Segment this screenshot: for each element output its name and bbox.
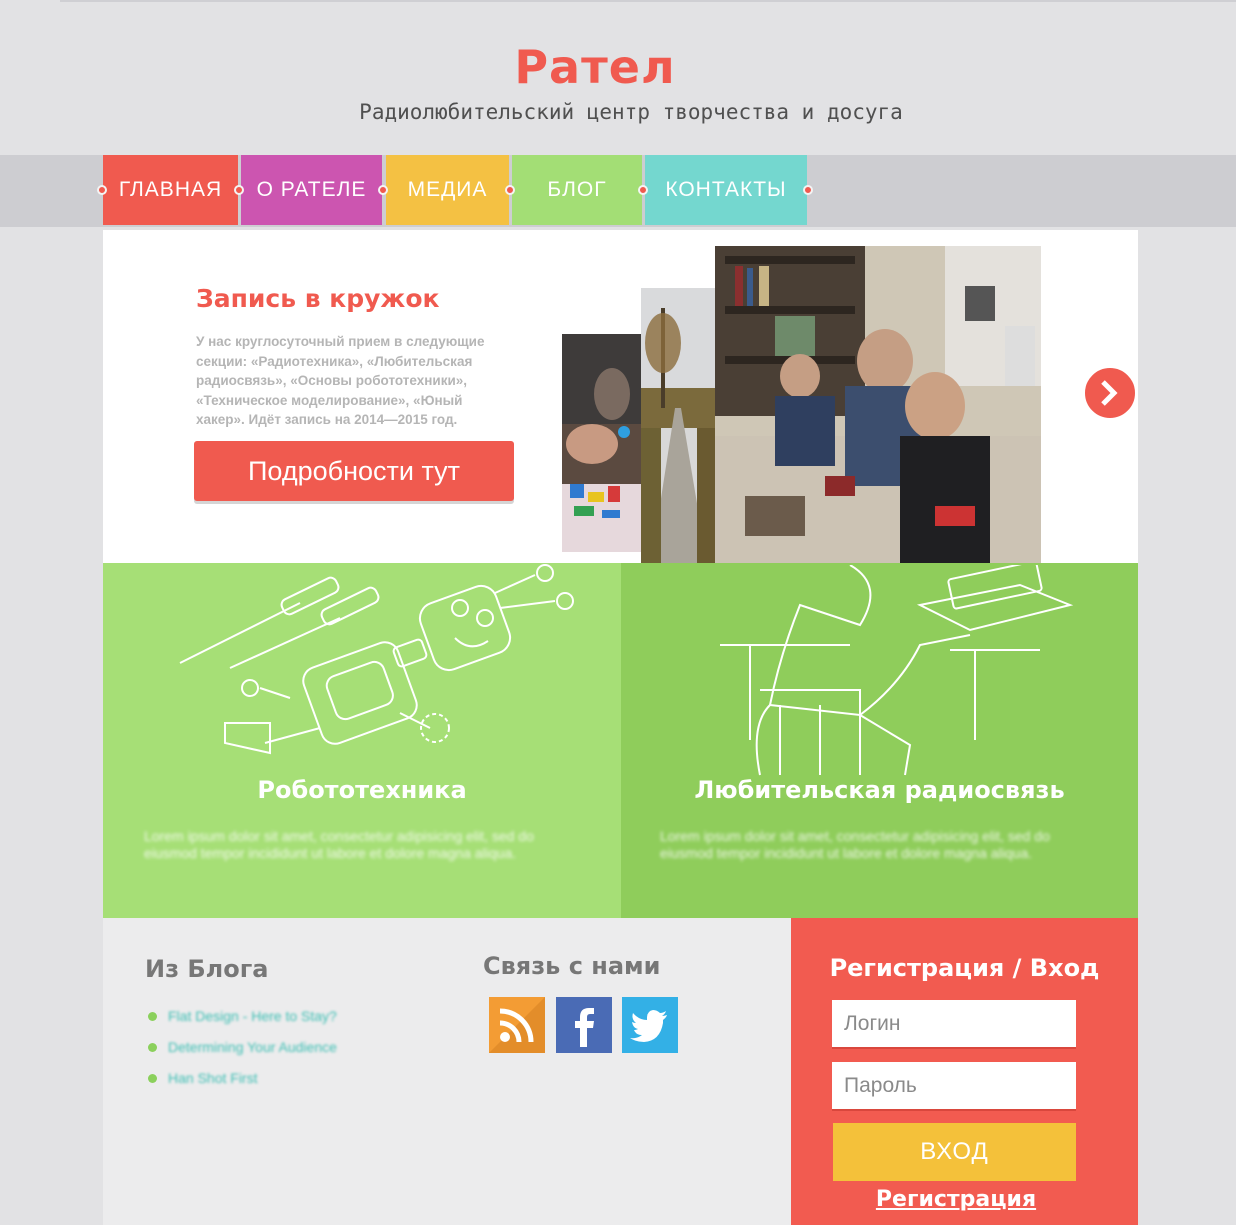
blog-link[interactable]: Flat Design - Here to Stay? bbox=[168, 1008, 337, 1024]
feature-title-robotics: Робототехника bbox=[257, 776, 467, 804]
nav-item-blog[interactable]: БЛОГ bbox=[512, 155, 642, 225]
rss-icon[interactable] bbox=[489, 997, 545, 1053]
bullet-icon bbox=[148, 1043, 157, 1052]
site-title: Рател bbox=[514, 40, 676, 94]
nav-label: МЕДИА bbox=[407, 178, 488, 201]
nav-item-about[interactable]: О РАТЕЛЕ bbox=[241, 155, 382, 225]
nav-item-home[interactable]: ГЛАВНАЯ bbox=[103, 155, 238, 225]
nav-label: О РАТЕЛЕ bbox=[256, 178, 367, 201]
blog-link[interactable]: Determining Your Audience bbox=[168, 1039, 337, 1055]
nav-item-contacts[interactable]: КОНТАКТЫ bbox=[645, 155, 807, 225]
robot-illustration bbox=[179, 564, 574, 755]
feature-title-radio: Любительская радиосвязь bbox=[694, 776, 1065, 804]
hero-photo-park bbox=[641, 288, 717, 563]
login-title: Регистрация / Вход bbox=[829, 954, 1100, 982]
slider-next-button[interactable] bbox=[1082, 365, 1138, 421]
hero-photo-workshop bbox=[715, 246, 1041, 563]
nav-separator-dot bbox=[803, 185, 813, 195]
login-button[interactable]: ВХОД bbox=[833, 1123, 1076, 1181]
radio-operator-illustration bbox=[720, 565, 1074, 776]
register-link[interactable]: Регистрация bbox=[791, 1187, 1121, 1212]
hero-photo-hands bbox=[562, 334, 642, 552]
hero-text: У нас круглосуточный прием в следующие с… bbox=[196, 334, 485, 427]
bullet-icon bbox=[148, 1012, 157, 1021]
nav-label: ГЛАВНАЯ bbox=[118, 178, 223, 201]
hero-title: Запись в кружок bbox=[196, 284, 440, 313]
top-border bbox=[60, 0, 1236, 2]
nav-separator-dot bbox=[97, 185, 107, 195]
bullet-icon bbox=[148, 1074, 157, 1083]
blog-link[interactable]: Han Shot First bbox=[168, 1070, 257, 1086]
contact-title: Связь с нами bbox=[483, 952, 661, 980]
nav-separator-dot bbox=[378, 185, 388, 195]
nav-item-media[interactable]: МЕДИА bbox=[386, 155, 509, 225]
nav-separator-dot bbox=[234, 185, 244, 195]
nav-separator-dot bbox=[638, 185, 648, 195]
nav-label: КОНТАКТЫ bbox=[665, 178, 787, 201]
login-input[interactable] bbox=[832, 1000, 1076, 1047]
chevron-right-icon bbox=[1101, 380, 1118, 406]
password-input[interactable] bbox=[832, 1062, 1076, 1109]
site-subtitle: Радиолюбительский центр творчества и дос… bbox=[359, 100, 903, 124]
feature-text-robotics: Lorem ipsum dolor sit amet, consectetur … bbox=[144, 828, 534, 861]
facebook-icon[interactable] bbox=[556, 997, 612, 1053]
nav-separator-dot bbox=[505, 185, 515, 195]
details-button[interactable]: Подробности тут bbox=[194, 441, 514, 501]
twitter-icon[interactable] bbox=[622, 997, 678, 1053]
nav-label: БЛОГ bbox=[547, 178, 607, 201]
blog-title: Из Блога bbox=[145, 955, 269, 983]
feature-text-radio: Lorem ipsum dolor sit amet, consectetur … bbox=[660, 828, 1050, 861]
